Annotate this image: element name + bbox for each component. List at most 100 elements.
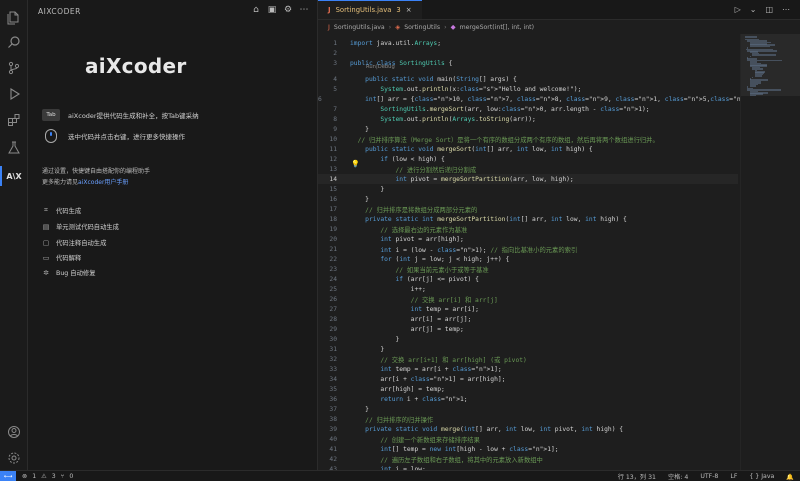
code-text: if (low < high) { xyxy=(380,155,445,163)
code-line[interactable]: 37 } xyxy=(318,404,738,414)
minimap[interactable] xyxy=(740,34,800,470)
breadcrumb-method[interactable]: mergeSort(int[], int, int) xyxy=(460,24,534,31)
feature-bug-fix[interactable]: ✲ Bug 自动修复 xyxy=(42,268,96,278)
run-debug-icon[interactable] xyxy=(4,84,24,104)
code-line[interactable]: 33 int temp = arr[i + class="n">1]; xyxy=(318,364,738,374)
chevron-down-icon[interactable]: ⌄ xyxy=(750,5,757,14)
code-line[interactable]: 6 int[] arr = {class="n">10, class="n">7… xyxy=(318,94,760,104)
code-line[interactable]: 13 // 进行分割然后递归分割成 xyxy=(318,164,738,174)
code-text: // 遍历左子数组和右子数组，将其中的元素放入新数组中 xyxy=(380,456,543,464)
cursor-position[interactable]: 行 13，列 31 xyxy=(618,472,656,481)
encoding[interactable]: UTF-8 xyxy=(700,473,718,480)
more-actions-icon[interactable]: ⋯ xyxy=(782,5,790,14)
code-line[interactable]: 8 System.out.println(Arrays.toString(arr… xyxy=(318,114,738,124)
code-line[interactable]: 7 SortingUtils.mergeSort(arr, low:class=… xyxy=(318,104,738,114)
code-line[interactable]: 23 // 如果当前元素小于或等于基准 xyxy=(318,264,738,274)
code-line[interactable]: 2 xyxy=(318,48,738,58)
code-line[interactable]: 10 // 归并排序算法（Merge Sort）是将一个有序的数组分成两个有序的… xyxy=(318,134,738,144)
code-line[interactable]: 9 } xyxy=(318,124,738,134)
activity-bar: A\X xyxy=(0,0,28,470)
code-text: int pivot = mergeSortPartition(arr, low,… xyxy=(395,175,574,183)
warning-icon: ⚠ xyxy=(41,472,47,480)
code-line[interactable]: 40 // 创建一个新数组来存储排序结果 xyxy=(318,434,738,444)
run-icon[interactable]: ▷ xyxy=(735,5,741,14)
status-problems[interactable]: ⊗ 1 ⚠ 3 ⑂ 0 xyxy=(22,473,73,480)
source-control-icon[interactable] xyxy=(4,58,24,78)
history-icon[interactable]: ▣ xyxy=(267,5,277,15)
feature-comment[interactable]: ▢ 代码注释自动生成 xyxy=(42,238,107,248)
intro-prefix: 更多能力请见 xyxy=(42,179,79,186)
code-line[interactable]: 42 // 遍历左子数组和右子数组，将其中的元素放入新数组中 xyxy=(318,454,738,464)
remote-icon[interactable]: ⟷ xyxy=(0,470,16,481)
code-line[interactable]: 3 public class SortingUtils { xyxy=(318,58,738,68)
code-text: int temp = arr[i + class="n">1]; xyxy=(380,365,502,373)
settings-icon[interactable]: ⚙ xyxy=(283,5,293,15)
code-line[interactable]: 5 System.out.println(x:class="s">"Hello … xyxy=(318,84,738,94)
aixcoder-icon[interactable]: A\X xyxy=(4,166,24,186)
breadcrumb-file[interactable]: SortingUtils.java xyxy=(334,24,385,31)
code-line[interactable]: 17 // 归并排序是将数组分成两部分元素的 xyxy=(318,204,738,214)
code-line[interactable]: 32 // 交换 arr[i+1] 和 arr[high] (或 pivot) xyxy=(318,354,738,364)
line-number: 37 xyxy=(329,405,337,413)
extensions-icon[interactable] xyxy=(4,110,24,130)
code-line[interactable]: 15 } xyxy=(318,184,738,194)
code-line[interactable]: 22 for (int j = low; j < high; j++) { xyxy=(318,254,738,264)
split-editor-icon[interactable]: ◫ xyxy=(765,5,773,14)
close-icon[interactable]: × xyxy=(406,6,412,14)
tab-sortingutils[interactable]: J SortingUtils.java 3 × xyxy=(318,0,422,19)
code-line[interactable]: 20 int pivot = arr[high]; xyxy=(318,234,738,244)
code-text: // 创建一个新数组来存储排序结果 xyxy=(380,436,480,444)
code-line[interactable]: 14 int pivot = mergeSortPartition(arr, l… xyxy=(318,174,738,184)
code-line[interactable]: 28 arr[i] = arr[j]; xyxy=(318,314,738,324)
feature-label: Bug 自动修复 xyxy=(56,270,96,277)
code-line[interactable]: 31 } xyxy=(318,344,738,354)
more-icon[interactable]: ⋯ xyxy=(299,5,309,15)
minimap-line xyxy=(752,76,753,79)
code-line[interactable]: 21 int i = (low - class="n">1); // 指向比基准… xyxy=(318,244,738,254)
code-text: if (arr[j] <= pivot) { xyxy=(395,275,479,283)
code-line[interactable]: 18 private static int mergeSortPartition… xyxy=(318,214,738,224)
feature-unit-test[interactable]: ▤ 单元测试代码自动生成 xyxy=(42,222,119,232)
code-editor[interactable]: Run|Debug 💡 ➤ 1import java.util.Arrays;2… xyxy=(318,34,760,473)
code-text: int i = (low - class="n">1); // 指向比基准小的元… xyxy=(380,246,578,254)
language-mode[interactable]: { } Java xyxy=(749,473,774,480)
code-line[interactable]: 4 public static void main(String[] args)… xyxy=(318,74,738,84)
code-line[interactable]: 30 } xyxy=(318,334,738,344)
notifications-icon[interactable]: 🔔 xyxy=(786,473,794,481)
code-line[interactable]: 39 private static void merge(int[] arr, … xyxy=(318,424,738,434)
settings-gear-icon[interactable] xyxy=(4,448,24,468)
code-line[interactable]: 36 return i + class="n">1; xyxy=(318,394,738,404)
code-line[interactable]: 29 arr[j] = temp; xyxy=(318,324,738,334)
user-manual-link[interactable]: aiXcoder用户手册 xyxy=(78,179,128,186)
code-line[interactable]: 1 import java.util.Arrays; xyxy=(318,38,738,48)
code-line[interactable]: 27 int temp = arr[i]; xyxy=(318,304,738,314)
indentation[interactable]: 空格: 4 xyxy=(668,472,688,481)
code-text: } xyxy=(350,335,400,343)
code-text: // 交换 arr[i+1] 和 arr[high] (或 pivot) xyxy=(380,356,527,364)
code-line[interactable]: 11 public static void mergeSort(int[] ar… xyxy=(318,144,738,154)
code-text: arr[j] = temp; xyxy=(350,325,464,333)
code-line[interactable]: 25 i++; xyxy=(318,284,738,294)
line-number: 10 xyxy=(329,135,337,143)
line-number: 21 xyxy=(329,245,337,253)
end-of-line[interactable]: LF xyxy=(730,473,737,480)
breadcrumb-class[interactable]: SortingUtils xyxy=(404,24,440,31)
feature-explain[interactable]: ▭ 代码解释 xyxy=(42,253,82,263)
code-line[interactable]: 34 arr[i + class="n">1] = arr[high]; xyxy=(318,374,738,384)
code-line[interactable]: 38 // 归并排序的归并操作 xyxy=(318,414,738,424)
feature-code-generation[interactable]: ⌗ 代码生成 xyxy=(42,206,81,215)
explorer-icon[interactable] xyxy=(4,8,24,28)
code-line[interactable]: 16 } xyxy=(318,194,738,204)
intro-line-link: 更多能力请见aiXcoder用户手册 xyxy=(42,177,150,188)
testing-icon[interactable] xyxy=(4,138,24,158)
home-icon[interactable]: ⌂ xyxy=(251,5,261,15)
code-line[interactable]: 12 if (low < high) { xyxy=(318,154,738,164)
search-icon[interactable] xyxy=(4,32,24,52)
code-line[interactable]: 41 int[] temp = new int[high - low + cla… xyxy=(318,444,738,454)
code-line[interactable]: 24 if (arr[j] <= pivot) { xyxy=(318,274,738,284)
editor-area: J SortingUtils.java 3 × ▷ ⌄ ◫ ⋯ J Sortin… xyxy=(318,0,800,473)
code-line[interactable]: 19 // 选择最右边的元素作为基准 xyxy=(318,224,738,234)
code-line[interactable]: 26 // 交换 arr[i] 和 arr[j] xyxy=(318,294,738,304)
code-line[interactable]: 35 arr[high] = temp; xyxy=(318,384,738,394)
account-icon[interactable] xyxy=(4,422,24,442)
